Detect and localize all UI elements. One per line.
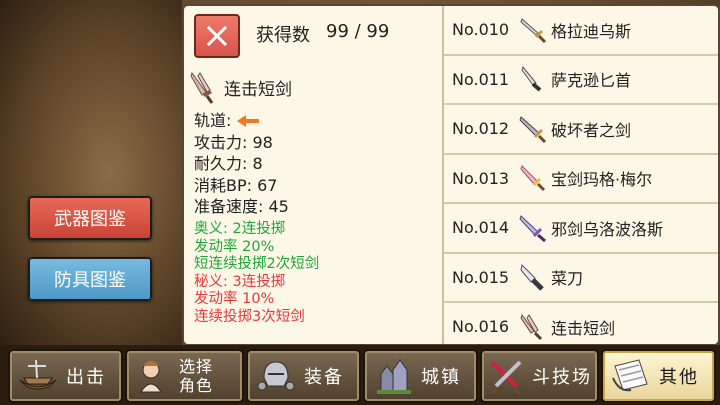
weapon-name: 菜刀 xyxy=(551,269,584,289)
ougi-name: 奥义: 2连投掷 xyxy=(194,221,286,237)
weapon-name: 宝剑玛格·梅尔 xyxy=(551,170,653,190)
weapon-list-item[interactable]: No.011 萨克逊匕首 xyxy=(444,56,718,105)
catalog-panel: 获得数 99 / 99 连击短剑 轨道: 攻击力: 98 耐久力: 8 消耗BP… xyxy=(182,4,720,346)
count-value: 99 / 99 xyxy=(326,21,390,42)
ship-icon xyxy=(19,359,57,390)
weapon-number: No.013 xyxy=(452,168,510,188)
attack-stat: 攻击力: 98 xyxy=(194,132,273,152)
tab-equip-label: 装备 xyxy=(304,367,344,388)
higi-name: 秘义: 3连投掷 xyxy=(194,273,286,290)
weapon-list-item[interactable]: No.016 连击短剑 xyxy=(444,303,718,351)
kitchen-knife-icon xyxy=(520,264,544,292)
ouroboros-sword-icon xyxy=(519,214,546,242)
crossed-swords-icon xyxy=(490,360,522,396)
weapon-stats: 轨道: 攻击力: 98 耐久力: 8 消耗BP: 67 准备速度: 45 xyxy=(194,110,289,218)
tab-other-label: 其他 xyxy=(659,367,699,388)
tab-select-label-line2: 角色 xyxy=(179,376,214,395)
weapon-list-item[interactable]: No.012 破坏者之剑 xyxy=(444,105,718,155)
weapon-list-item[interactable]: No.013 宝剑玛格·梅尔 xyxy=(444,155,718,204)
saxon-dagger-icon xyxy=(521,66,542,92)
weapon-number: No.010 xyxy=(452,20,510,40)
bottom-nav: 出击 选择 角色 装备 城镇 斗技场 其他 xyxy=(0,345,720,405)
higi-rate: 发动率 10% xyxy=(194,291,275,307)
scroll-icon xyxy=(612,359,648,392)
combo-dagger-icon xyxy=(520,313,543,340)
close-button[interactable] xyxy=(194,14,240,58)
weapon-name: 破坏者之剑 xyxy=(551,120,632,140)
obtained-count: 获得数 99 / 99 xyxy=(256,21,389,47)
selected-weapon-header: 连击短剑 xyxy=(188,70,292,104)
weapon-number: No.012 xyxy=(452,119,510,139)
ougi-desc: 短连续投掷2次短剑 xyxy=(194,256,320,272)
town-icon xyxy=(377,359,411,394)
tab-town-label: 城镇 xyxy=(421,367,461,388)
weapon-name: 连击短剑 xyxy=(551,318,616,338)
weapon-name: 萨克逊匕首 xyxy=(551,71,632,91)
weapon-list-item[interactable]: No.010 格拉迪乌斯 xyxy=(444,6,718,56)
tab-sortie-label: 出击 xyxy=(66,367,106,388)
weapon-number: No.015 xyxy=(452,267,510,287)
breaker-sword-icon xyxy=(519,115,547,143)
higi-desc: 连续投掷3次短剑 xyxy=(194,308,305,325)
trajectory-arrow-icon xyxy=(237,114,260,127)
weapon-catalog-button[interactable]: 武器图鉴 xyxy=(28,196,152,240)
count-label: 获得数 xyxy=(256,25,310,46)
tab-sortie[interactable]: 出击 xyxy=(8,349,123,403)
weapon-number: No.011 xyxy=(452,69,510,89)
helmet-icon xyxy=(257,361,295,391)
tab-equip[interactable]: 装备 xyxy=(246,349,361,403)
armor-catalog-button[interactable]: 防具图鉴 xyxy=(28,257,152,301)
prep-speed-stat: 准备速度: 45 xyxy=(194,197,289,216)
weapon-list-item[interactable]: No.015 菜刀 xyxy=(444,254,718,303)
weapon-skills: 奥义: 2连投掷 发动率 20% 短连续投掷2次短剑 秘义: 3连投掷 发动率 … xyxy=(194,221,319,326)
combo-dagger-icon xyxy=(190,71,214,104)
selected-weapon-name: 连击短剑 xyxy=(224,79,292,100)
weapon-number: No.014 xyxy=(452,218,510,238)
weapon-list: No.010 格拉迪乌斯 No.011 萨克逊匕首 No.012 破坏者之剑 N… xyxy=(444,6,718,351)
close-icon xyxy=(206,25,228,47)
gladius-icon xyxy=(520,17,547,43)
tab-other[interactable]: 其他 xyxy=(601,349,716,403)
mag-mell-sword-icon xyxy=(520,165,546,192)
trajectory-label: 轨道: xyxy=(194,111,232,130)
character-icon xyxy=(140,361,162,393)
durability-stat: 耐久力: 8 xyxy=(194,154,263,173)
bp-cost-stat: 消耗BP: 67 xyxy=(194,175,278,195)
weapon-name: 格拉迪乌斯 xyxy=(551,21,632,41)
weapon-list-item[interactable]: No.014 邪剑乌洛波洛斯 xyxy=(444,204,718,254)
weapon-name: 邪剑乌洛波洛斯 xyxy=(551,219,664,239)
tab-arena-label: 斗技场 xyxy=(532,367,592,388)
tab-arena[interactable]: 斗技场 xyxy=(480,349,599,403)
weapon-number: No.016 xyxy=(452,317,510,337)
tab-select-label-line1: 选择 xyxy=(179,357,214,376)
tab-town[interactable]: 城镇 xyxy=(363,349,478,403)
tab-select-character[interactable]: 选择 角色 xyxy=(125,349,244,403)
ougi-rate: 发动率 20% xyxy=(194,238,275,255)
